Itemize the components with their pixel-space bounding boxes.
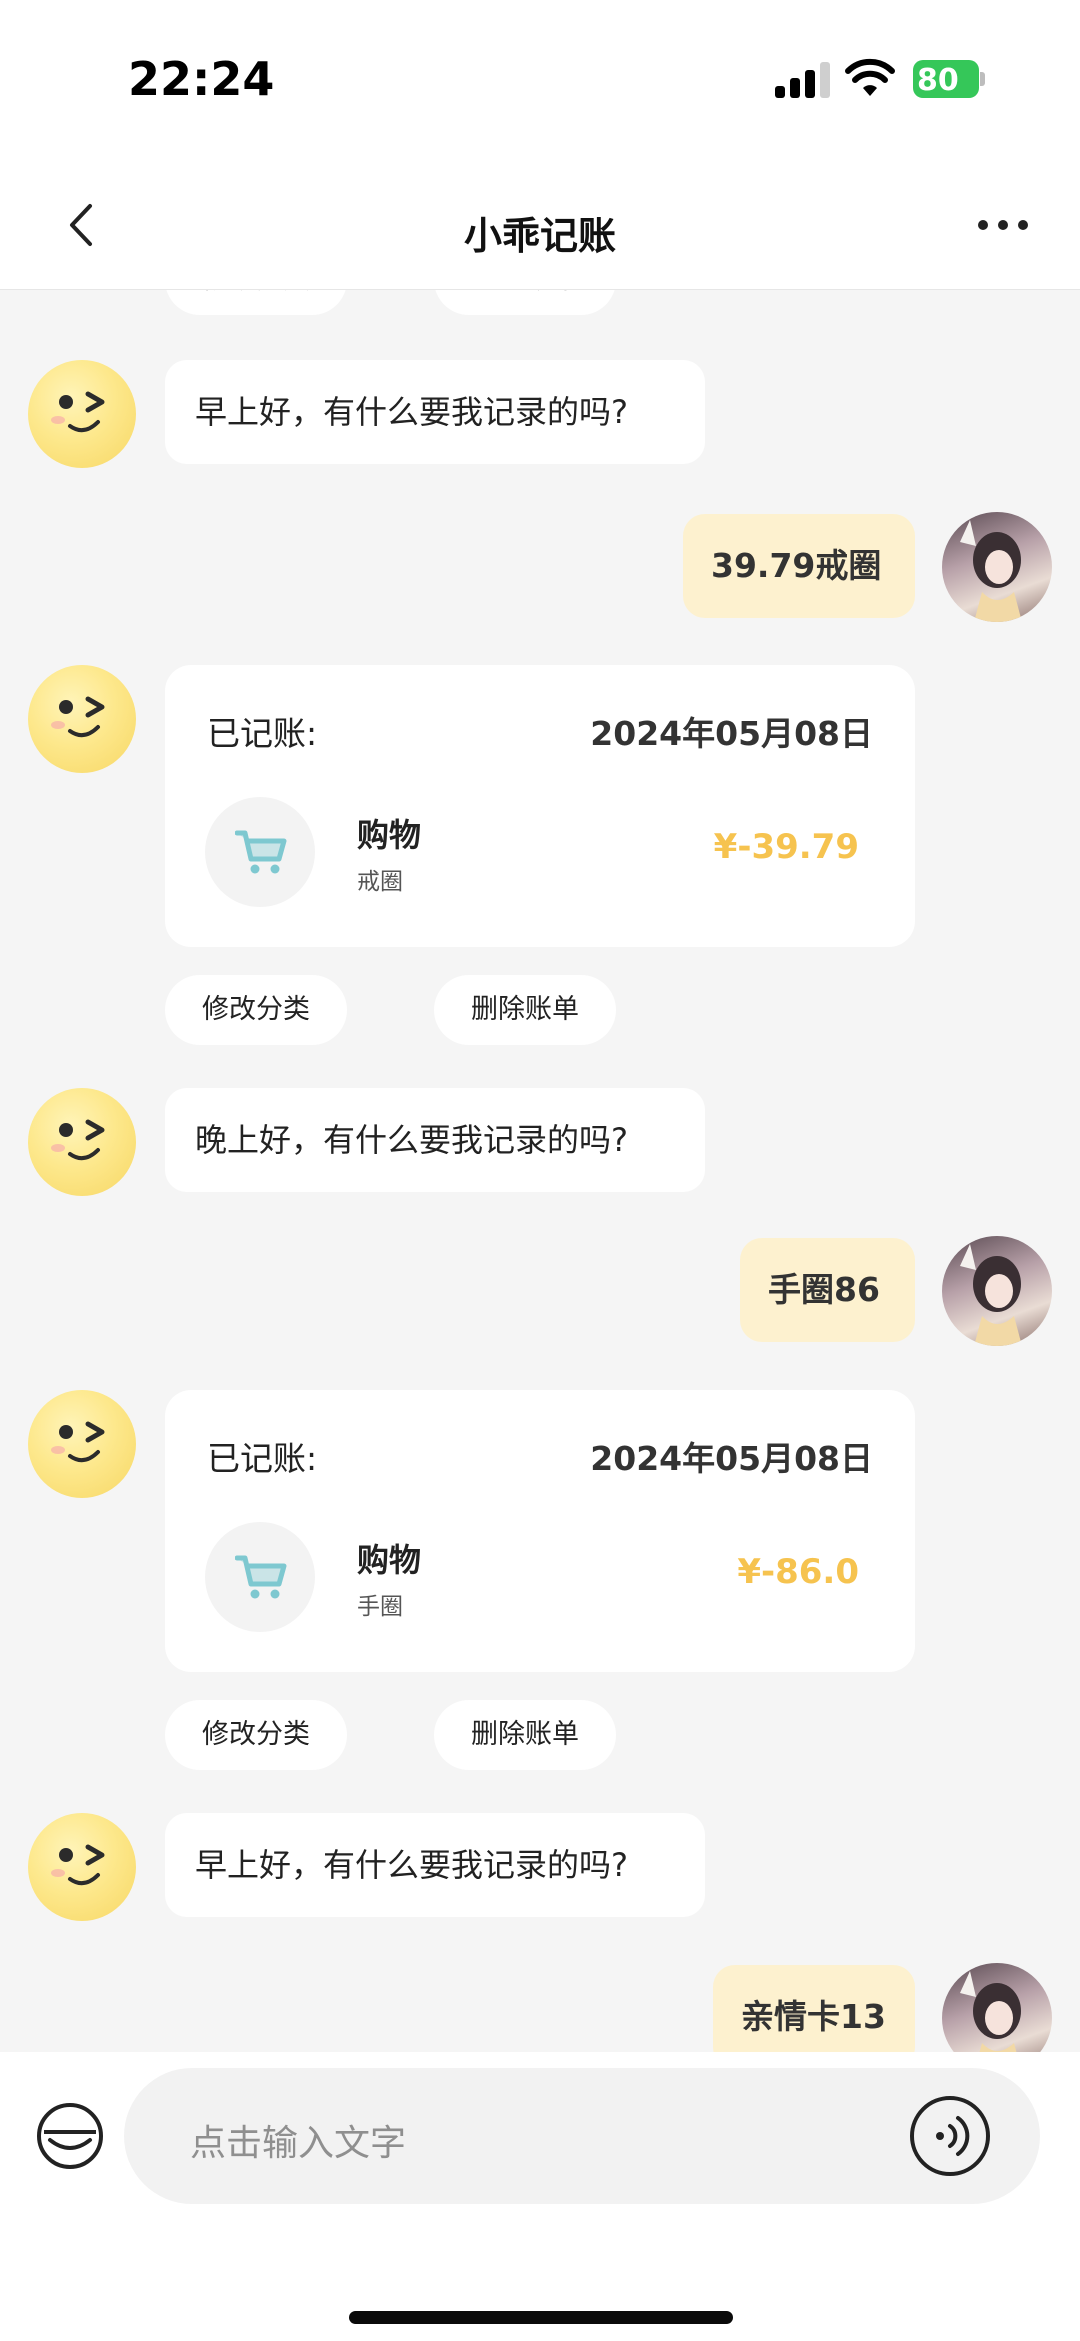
- chat-area[interactable]: 修改分类 删除账单 早上好，有什么要我记录的吗? 39.79戒圈: [0, 290, 1080, 2052]
- battery-level: 80: [917, 63, 959, 98]
- wink-face-icon: [51, 1421, 105, 1463]
- user-avatar: [942, 1963, 1052, 2052]
- home-indicator[interactable]: [349, 2311, 733, 2324]
- category-icon-container: [205, 1522, 315, 1632]
- edit-category-button[interactable]: 修改分类: [165, 1700, 347, 1770]
- category-icon-container: [205, 797, 315, 907]
- delete-bill-button[interactable]: 删除账单: [434, 290, 616, 315]
- page-title: 小乖记账: [463, 214, 616, 258]
- user-avatar: [942, 512, 1052, 622]
- record-card[interactable]: 已记账: 2024年05月08日 购物 戒圈 ¥-39.79: [165, 665, 915, 947]
- battery-icon: 80: [913, 60, 985, 98]
- keyboard-toggle-icon[interactable]: [36, 2102, 104, 2170]
- bot-avatar: [28, 1088, 136, 1196]
- app-screen: 22:24 80 小乖记账 修改分类: [0, 0, 1080, 2341]
- bot-message: 早上好，有什么要我记录的吗?: [165, 360, 705, 464]
- edit-category-button[interactable]: 修改分类: [165, 975, 347, 1045]
- bot-avatar: [28, 360, 136, 468]
- wink-face-icon: [51, 696, 105, 738]
- status-time: 22:24: [128, 52, 275, 106]
- user-message: 亲情卡13: [713, 1965, 915, 2052]
- user-message: 39.79戒圈: [683, 514, 915, 618]
- record-note: 手圈: [357, 1594, 403, 1620]
- delete-bill-button[interactable]: 删除账单: [434, 975, 616, 1045]
- edit-category-button[interactable]: 修改分类: [165, 290, 347, 315]
- record-date: 2024年05月08日: [590, 1439, 873, 1478]
- user-message: 手圈86: [740, 1238, 915, 1342]
- record-card[interactable]: 已记账: 2024年05月08日 购物 手圈 ¥-86.0: [165, 1390, 915, 1672]
- bot-message: 早上好，有什么要我记录的吗?: [165, 1813, 705, 1917]
- record-label: 已记账:: [207, 714, 318, 753]
- record-note: 戒圈: [357, 869, 403, 895]
- nav-bar: 小乖记账: [0, 165, 1080, 290]
- user-avatar: [942, 1236, 1052, 1346]
- wink-face-icon: [51, 1844, 105, 1886]
- wink-face-icon: [51, 1119, 105, 1161]
- category-name: 购物: [357, 816, 422, 854]
- record-amount: ¥-39.79: [713, 827, 859, 867]
- bot-avatar: [28, 665, 136, 773]
- record-label: 已记账:: [207, 1439, 318, 1478]
- record-amount: ¥-86.0: [737, 1552, 859, 1592]
- record-date: 2024年05月08日: [590, 714, 873, 753]
- bot-avatar: [28, 1390, 136, 1498]
- delete-bill-button[interactable]: 删除账单: [434, 1700, 616, 1770]
- message-input[interactable]: 点击输入文字: [124, 2068, 1040, 2204]
- more-options-icon[interactable]: [975, 205, 1031, 245]
- bot-avatar: [28, 1813, 136, 1921]
- wifi-icon: [845, 58, 895, 96]
- category-name: 购物: [357, 1541, 422, 1579]
- status-bar: 22:24 80: [0, 0, 1080, 165]
- shopping-cart-icon: [235, 1555, 287, 1599]
- cellular-signal-icon: [775, 62, 830, 98]
- wink-face-icon: [51, 391, 105, 433]
- input-placeholder: 点击输入文字: [190, 2123, 407, 2164]
- bot-message: 晚上好，有什么要我记录的吗?: [165, 1088, 705, 1192]
- voice-input-icon[interactable]: [908, 2094, 992, 2178]
- input-bar: 点击输入文字: [0, 2052, 1080, 2247]
- shopping-cart-icon: [235, 830, 287, 874]
- home-indicator-area: [0, 2247, 1080, 2341]
